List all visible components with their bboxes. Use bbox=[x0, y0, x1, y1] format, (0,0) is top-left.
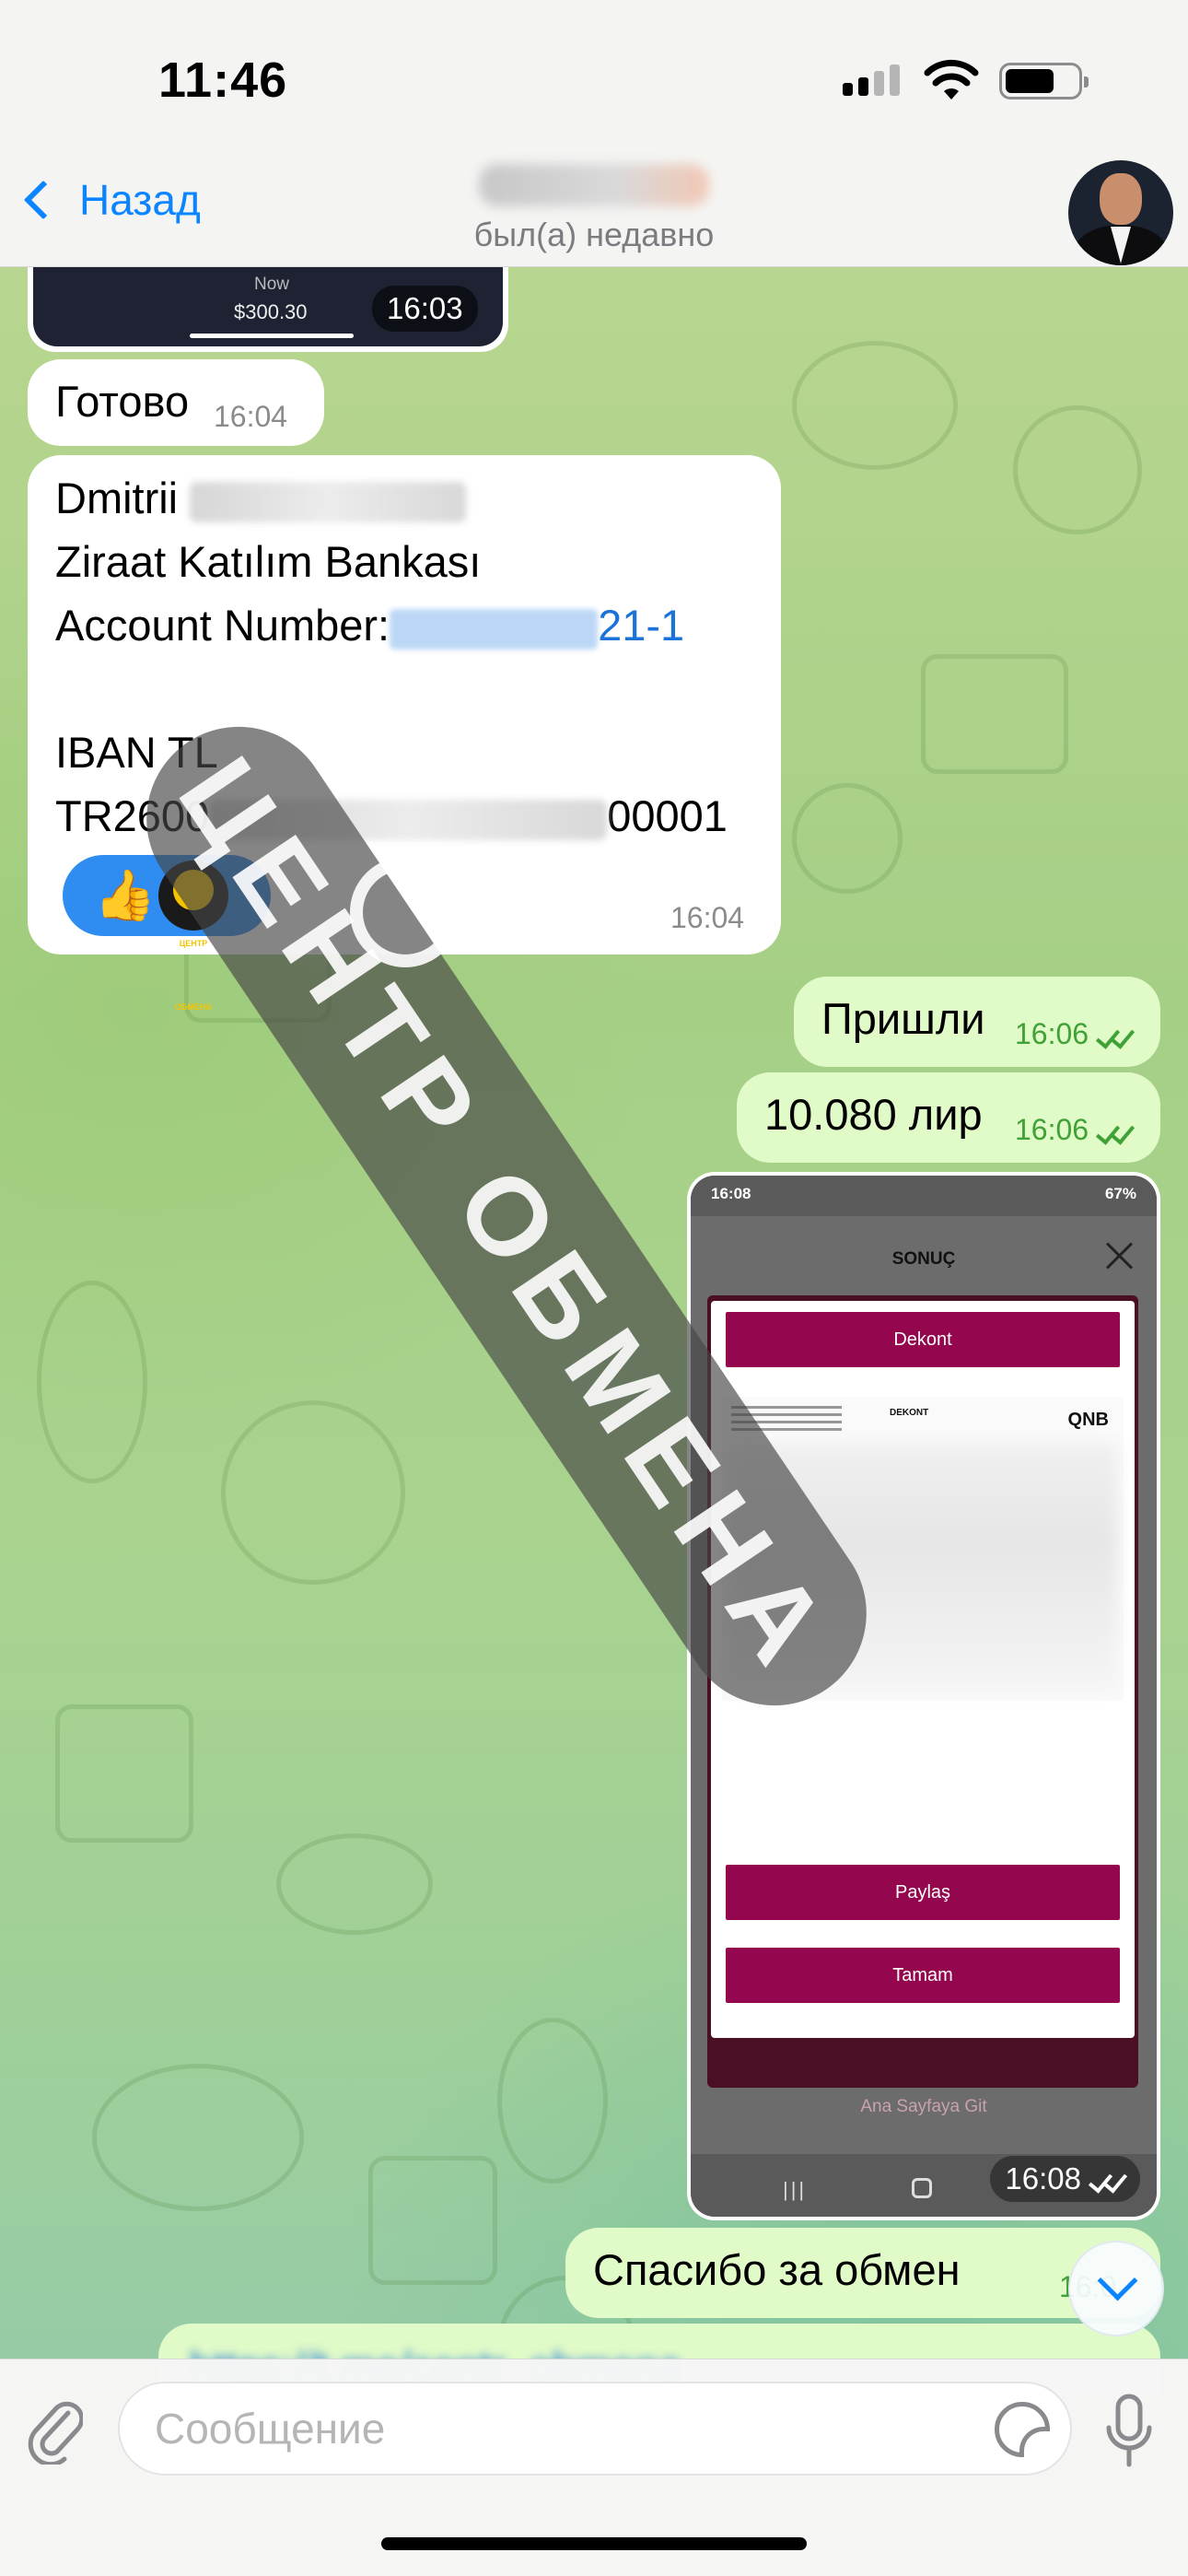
read-checkmarks-icon bbox=[1092, 1023, 1136, 1049]
battery-icon bbox=[999, 63, 1089, 100]
message-outgoing[interactable]: 10.080 лир 16:06 bbox=[737, 1072, 1160, 1163]
microphone-icon[interactable] bbox=[1103, 2393, 1155, 2470]
message-text: Готово bbox=[55, 377, 190, 426]
message-time: 16:06 bbox=[1015, 1017, 1136, 1051]
message-time: 16:03 bbox=[372, 286, 478, 332]
share-button: Paylaş bbox=[726, 1865, 1120, 1920]
chevron-left-icon bbox=[23, 180, 64, 220]
ok-button: Tamam bbox=[726, 1948, 1120, 2003]
account-number: 21-1 bbox=[598, 601, 685, 650]
media-thumbnail: Now $300.30 16:03 bbox=[33, 267, 503, 346]
home-link: Ana Sayfaya Git bbox=[860, 2097, 987, 2116]
message-text: Пришли bbox=[821, 994, 985, 1043]
message-input-wrapper[interactable] bbox=[118, 2382, 1072, 2476]
wifi-icon bbox=[924, 59, 979, 100]
scroll-down-button[interactable] bbox=[1068, 2241, 1164, 2336]
status-time: 11:46 bbox=[158, 53, 288, 108]
message-outgoing[interactable]: Пришли 16:06 bbox=[794, 977, 1160, 1067]
message-time: 16:06 bbox=[1015, 1113, 1136, 1147]
close-icon bbox=[1103, 1240, 1135, 1271]
sheet-title: SONUÇ bbox=[891, 1249, 956, 1269]
message-time: 16:08 bbox=[990, 2156, 1140, 2202]
read-checkmarks-icon bbox=[1085, 2168, 1128, 2194]
contact-status: был(а) недавно bbox=[473, 216, 715, 253]
message-text: 10.080 лир bbox=[764, 1090, 983, 1139]
message-incoming[interactable]: Готово 16:04 bbox=[28, 359, 324, 446]
cellular-signal-icon bbox=[843, 64, 900, 96]
paperclip-icon[interactable] bbox=[28, 2396, 83, 2465]
read-checkmarks-icon bbox=[1092, 1118, 1136, 1145]
screenshot-status-bar: 16:08 67% bbox=[691, 1176, 1157, 1216]
iban-label: IBAN TL bbox=[55, 728, 218, 777]
message-time: 16:04 bbox=[670, 901, 745, 934]
message-input[interactable] bbox=[155, 2400, 947, 2457]
account-label: Account Number: bbox=[55, 601, 390, 650]
thumbs-up-icon: 👍 bbox=[94, 868, 157, 923]
avatar[interactable] bbox=[1068, 160, 1173, 265]
bank-name: Ziraat Katılım Bankası bbox=[55, 537, 482, 586]
media-message[interactable]: Now $300.30 16:03 bbox=[28, 267, 508, 352]
contact-name-blurred[interactable] bbox=[479, 164, 709, 206]
account-holder: Dmitrii bbox=[55, 474, 179, 522]
sticker-icon[interactable] bbox=[995, 2402, 1050, 2457]
home-indicator bbox=[381, 2537, 807, 2550]
message-text: Спасибо за обмен bbox=[593, 2245, 961, 2294]
qnb-logo: QNB bbox=[1067, 1410, 1109, 1430]
media-now-label: Now bbox=[254, 275, 290, 294]
dekont-button: Dekont bbox=[726, 1312, 1120, 1367]
media-amount: $300.30 bbox=[234, 300, 308, 323]
message-time: 16:04 bbox=[214, 400, 288, 433]
iban-end: 00001 bbox=[607, 791, 728, 840]
navigation-header: 11:46 Назад был(а) недавно bbox=[0, 0, 1188, 267]
